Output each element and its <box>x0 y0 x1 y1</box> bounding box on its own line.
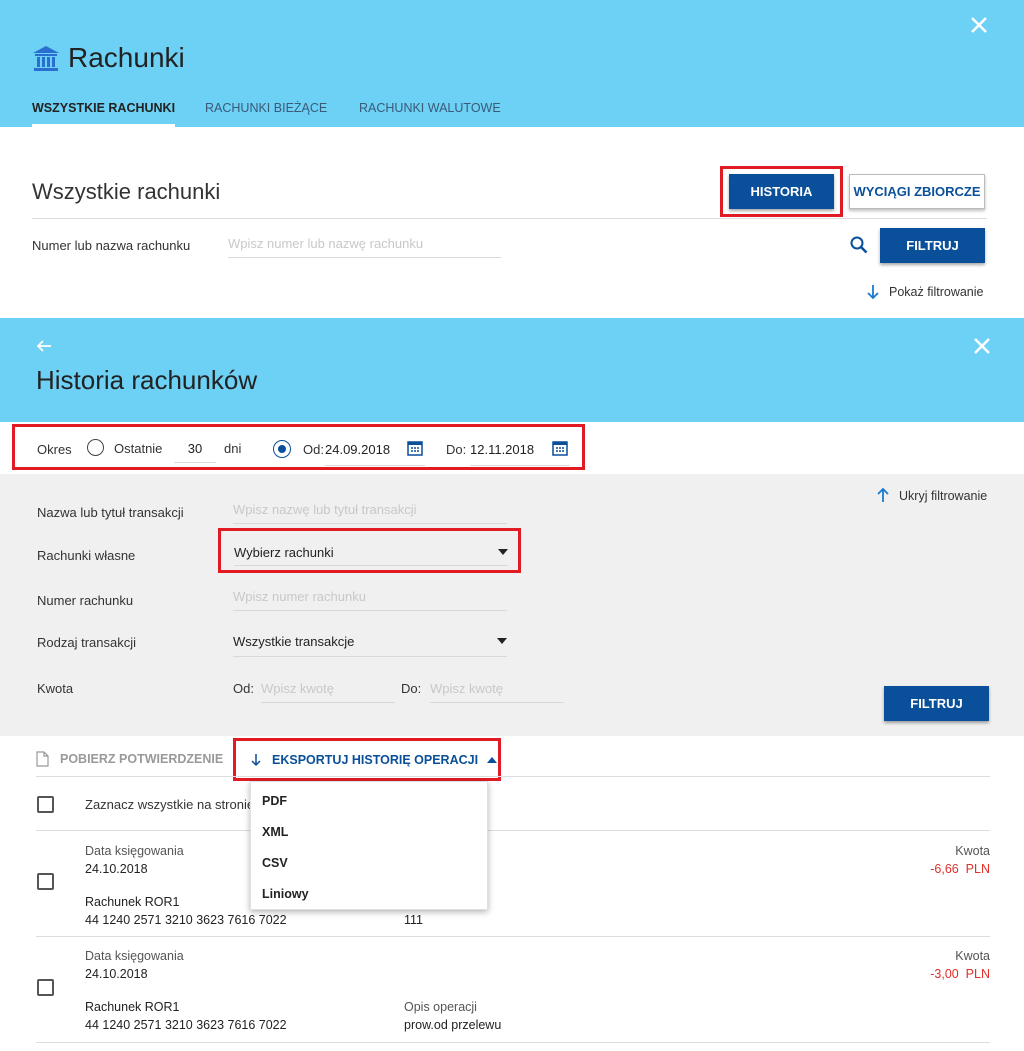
tab-wszystkie-rachunki[interactable]: WSZYSTKIE RACHUNKI <box>32 99 176 127</box>
history-header: Historia rachunków <box>0 318 1024 422</box>
radio-last[interactable] <box>87 439 104 456</box>
account-number: 44 1240 2571 3210 3623 7616 7022 <box>85 913 287 927</box>
date-value: 24.10.2018 <box>85 967 148 981</box>
transaction-type-select[interactable]: Wszystkie transakcje <box>233 633 507 657</box>
own-accounts-select[interactable]: Wybierz rachunki <box>234 544 508 566</box>
arrow-down-icon <box>866 284 880 300</box>
tab-label: RACHUNKI WALUTOWE <box>359 101 501 115</box>
amount-label: Kwota <box>955 844 990 858</box>
caret-down-icon <box>497 638 507 644</box>
filter-button-top[interactable]: FILTRUJ <box>880 228 985 263</box>
divider <box>36 1042 990 1043</box>
amount-value: -3,00 PLN <box>930 967 990 981</box>
amount-from-label: Od: <box>233 681 254 696</box>
hide-filter-link[interactable]: Ukryj filtrowanie <box>899 489 987 503</box>
tab-label: WSZYSTKIE RACHUNKI <box>32 101 176 115</box>
divider <box>32 218 987 219</box>
own-accounts-label: Rachunki własne <box>37 548 136 563</box>
document-icon <box>36 751 49 767</box>
tab-rachunki-biezace[interactable]: RACHUNKI BIEŻĄCE <box>205 99 327 117</box>
close-icon[interactable] <box>972 336 992 356</box>
account-number-label: Numer rachunku <box>37 593 134 608</box>
select-all-checkbox[interactable] <box>37 796 54 813</box>
search-icon[interactable] <box>850 236 868 254</box>
amount-to-label: Do: <box>401 681 422 696</box>
calendar-icon[interactable] <box>407 440 423 456</box>
from-label: Od: <box>303 442 324 457</box>
back-arrow-icon[interactable] <box>36 338 52 354</box>
caret-up-icon <box>487 757 498 763</box>
export-option-liniowy[interactable]: Liniowy <box>251 875 487 906</box>
description-value: prow.od przelewu <box>404 1018 502 1032</box>
page-title: Rachunki <box>68 42 185 73</box>
transaction-row[interactable]: Data księgowania 24.10.2018 Rachunek ROR… <box>36 831 990 936</box>
account-filter-input[interactable]: Wpisz numer lub nazwę rachunku <box>228 236 501 258</box>
calendar-icon[interactable] <box>552 440 568 456</box>
date-label: Data księgowania <box>85 844 184 858</box>
amount-from-input[interactable]: Wpisz kwotę <box>261 681 395 703</box>
amount-label: Kwota <box>955 949 990 963</box>
download-confirmation-button[interactable]: POBIERZ POTWIERDZENIE <box>60 752 223 766</box>
filter-button[interactable]: FILTRUJ <box>884 686 989 721</box>
amount-value: -6,66 PLN <box>930 862 990 876</box>
bank-icon <box>32 44 60 72</box>
radio-dot <box>278 445 286 453</box>
transaction-type-label: Rodzaj transakcji <box>37 635 136 650</box>
close-icon[interactable] <box>968 14 990 36</box>
account-number-input[interactable]: Wpisz numer rachunku <box>233 589 507 611</box>
show-filter-link[interactable]: Pokaż filtrowanie <box>889 285 984 299</box>
select-all-label: Zaznacz wszystkie na stronie <box>85 797 255 812</box>
transaction-type-value: Wszystkie transakcje <box>233 634 355 649</box>
wyciagi-zbiorcze-button[interactable]: WYCIĄGI ZBIORCZE <box>849 174 985 209</box>
amount-label: Kwota <box>37 681 74 696</box>
download-icon <box>250 753 262 767</box>
account-name: Rachunek ROR1 <box>85 1000 180 1014</box>
export-history-label: EKSPORTUJ HISTORIĘ OPERACJI <box>272 753 479 767</box>
to-label: Do: <box>446 442 467 457</box>
tab-rachunki-walutowe[interactable]: RACHUNKI WALUTOWE <box>359 99 501 117</box>
caret-down-icon <box>498 549 508 555</box>
option-label: CSV <box>262 856 288 870</box>
date-label: Data księgowania <box>85 949 184 963</box>
option-label: PDF <box>262 794 287 808</box>
history-title: Historia rachunków <box>36 365 258 395</box>
option-label: Liniowy <box>262 887 309 901</box>
export-option-csv[interactable]: CSV <box>251 844 487 875</box>
section-title: Wszystkie rachunki <box>32 179 221 204</box>
arrow-up-icon <box>876 487 890 503</box>
account-name: Rachunek ROR1 <box>85 895 180 909</box>
export-option-xml[interactable]: XML <box>251 813 487 844</box>
description-label: Opis operacji <box>404 1000 477 1014</box>
export-option-pdf[interactable]: PDF <box>251 782 487 813</box>
last-days-input[interactable]: 30 <box>174 441 216 463</box>
row-checkbox[interactable] <box>37 873 54 890</box>
transaction-name-input[interactable]: Wpisz nazwę lub tytuł transakcji <box>233 502 507 524</box>
period-label: Okres <box>37 442 72 457</box>
divider <box>36 776 990 777</box>
last-label: Ostatnie <box>114 441 163 456</box>
export-history-button[interactable]: EKSPORTUJ HISTORIĘ OPERACJI <box>250 751 498 769</box>
own-accounts-value: Wybierz rachunki <box>234 545 334 560</box>
to-date-value: 12.11.2018 <box>470 442 535 457</box>
option-label: XML <box>262 825 289 839</box>
tab-label: RACHUNKI BIEŻĄCE <box>205 101 328 115</box>
transaction-row[interactable]: Data księgowania 24.10.2018 Rachunek ROR… <box>36 937 990 1042</box>
date-value: 24.10.2018 <box>85 862 148 876</box>
rachunki-header: Rachunki WSZYSTKIE RACHUNKI RACHUNKI BIE… <box>0 0 1024 127</box>
radio-range[interactable] <box>273 440 291 458</box>
amount-to-input[interactable]: Wpisz kwotę <box>430 681 564 703</box>
account-number: 44 1240 2571 3210 3623 7616 7022 <box>85 1018 287 1032</box>
description-value: 111 <box>404 913 424 927</box>
account-filter-label: Numer lub nazwa rachunku <box>32 238 191 253</box>
export-dropdown-menu: PDF XML CSV Liniowy <box>250 781 488 910</box>
days-label: dni <box>224 441 242 456</box>
transaction-name-label: Nazwa lub tytuł transakcji <box>37 505 184 520</box>
from-date-value: 24.09.2018 <box>325 442 391 457</box>
historia-button[interactable]: HISTORIA <box>729 174 834 209</box>
row-checkbox[interactable] <box>37 979 54 996</box>
